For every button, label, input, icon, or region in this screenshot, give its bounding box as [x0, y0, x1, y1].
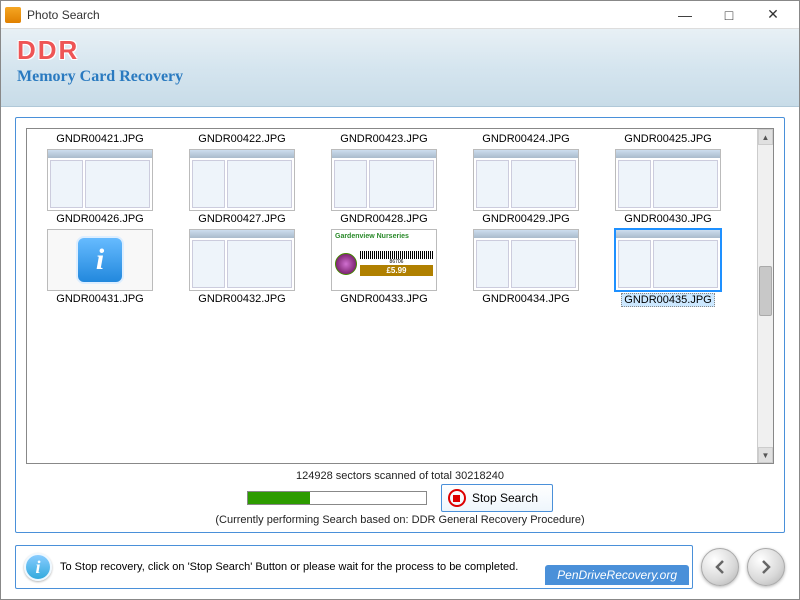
file-item[interactable]: GNDR00434.JPG [459, 229, 593, 307]
file-item[interactable]: GNDR00427.JPG [175, 149, 309, 225]
file-name: GNDR00422.JPG [198, 133, 285, 145]
file-name: GNDR00429.JPG [482, 213, 569, 225]
thumbnail-app-screenshot [474, 230, 578, 290]
progress-status: 124928 sectors scanned of total 30218240 [296, 470, 504, 482]
titlebar: Photo Search ― □ ✕ [1, 1, 799, 29]
file-name: GNDR00423.JPG [340, 133, 427, 145]
file-name: GNDR00421.JPG [56, 133, 143, 145]
file-item[interactable]: GNDR00422.JPG [175, 133, 309, 145]
scroll-thumb[interactable] [759, 266, 772, 316]
thumbnail-grid[interactable]: GNDR00421.JPG GNDR00422.JPG GNDR00423.JPG G… [27, 129, 757, 463]
thumbnail [473, 149, 579, 211]
banner-subtitle: Memory Card Recovery [17, 68, 783, 86]
back-button[interactable] [701, 548, 739, 586]
thumbnail-grid-wrap: GNDR00421.JPG GNDR00422.JPG GNDR00423.JPG G… [26, 128, 774, 464]
thumbnail-app-screenshot [616, 150, 720, 210]
thumbnail [615, 229, 721, 291]
footer-message: To Stop recovery, click on 'Stop Search'… [60, 561, 518, 573]
file-name: GNDR00433.JPG [340, 293, 427, 305]
scroll-up-arrow[interactable]: ▲ [758, 129, 773, 145]
file-item[interactable]: GNDR00421.JPG [33, 133, 167, 145]
logo-text: DDR [17, 35, 783, 66]
thumbnail-info-icon: i [76, 236, 124, 284]
file-name: GNDR00425.JPG [624, 133, 711, 145]
close-button[interactable]: ✕ [751, 1, 795, 29]
maximize-button[interactable]: □ [707, 1, 751, 29]
file-name: GNDR00424.JPG [482, 133, 569, 145]
progress-area: 124928 sectors scanned of total 30218240… [26, 470, 774, 526]
progress-bar [247, 491, 427, 505]
thumbnail: Gardenview Nurseries86706£5.99 [331, 229, 437, 291]
file-item[interactable]: GNDR00430.JPG [601, 149, 735, 225]
file-item[interactable]: GNDR00425.JPG [601, 133, 735, 145]
scroll-track[interactable] [758, 145, 773, 447]
thumbnail-app-screenshot [190, 150, 294, 210]
stop-search-label: Stop Search [472, 491, 538, 505]
info-icon: i [24, 553, 52, 581]
window-title: Photo Search [27, 8, 663, 22]
progress-fill [248, 492, 310, 504]
file-name: GNDR00432.JPG [198, 293, 285, 305]
stop-search-button[interactable]: Stop Search [441, 484, 553, 512]
file-name: GNDR00428.JPG [340, 213, 427, 225]
thumbnail-app-screenshot [474, 150, 578, 210]
file-name: GNDR00434.JPG [482, 293, 569, 305]
file-item[interactable]: GNDR00423.JPG [317, 133, 451, 145]
app-icon [5, 7, 21, 23]
file-name: GNDR00430.JPG [624, 213, 711, 225]
thumbnail [189, 149, 295, 211]
file-item[interactable]: i GNDR00431.JPG [33, 229, 167, 307]
thumbnail-card: Gardenview Nurseries86706£5.99 [332, 230, 436, 290]
thumbnail-app-screenshot [48, 150, 152, 210]
thumbnail [331, 149, 437, 211]
app-window: Photo Search ― □ ✕ DDR Memory Card Recov… [0, 0, 800, 600]
file-item[interactable]: GNDR00435.JPG [601, 229, 735, 307]
file-item[interactable]: GNDR00432.JPG [175, 229, 309, 307]
file-item[interactable]: GNDR00429.JPG [459, 149, 593, 225]
thumbnail [47, 149, 153, 211]
progress-hint: (Currently performing Search based on: D… [215, 514, 584, 526]
results-panel: GNDR00421.JPG GNDR00422.JPG GNDR00423.JPG G… [15, 117, 785, 533]
file-item[interactable]: Gardenview Nurseries86706£5.99 GNDR00433.… [317, 229, 451, 307]
thumbnail-app-screenshot [616, 230, 720, 290]
content-area: GNDR00421.JPG GNDR00422.JPG GNDR00423.JPG G… [1, 107, 799, 539]
thumbnail [615, 149, 721, 211]
file-item[interactable]: GNDR00424.JPG [459, 133, 593, 145]
thumbnail [189, 229, 295, 291]
file-name: GNDR00426.JPG [56, 213, 143, 225]
scroll-down-arrow[interactable]: ▼ [758, 447, 773, 463]
next-button[interactable] [747, 548, 785, 586]
vertical-scrollbar[interactable]: ▲ ▼ [757, 129, 773, 463]
file-name: GNDR00427.JPG [198, 213, 285, 225]
watermark: PenDriveRecovery.org [545, 565, 689, 585]
thumbnail: i [47, 229, 153, 291]
file-name: GNDR00431.JPG [56, 293, 143, 305]
stop-icon [448, 489, 466, 507]
file-name: GNDR00435.JPG [621, 293, 714, 307]
minimize-button[interactable]: ― [663, 1, 707, 29]
thumbnail-app-screenshot [190, 230, 294, 290]
file-item[interactable]: GNDR00426.JPG [33, 149, 167, 225]
thumbnail-app-screenshot [332, 150, 436, 210]
file-item[interactable]: GNDR00428.JPG [317, 149, 451, 225]
footer: i To Stop recovery, click on 'Stop Searc… [1, 539, 799, 599]
thumbnail [473, 229, 579, 291]
banner: DDR Memory Card Recovery [1, 29, 799, 107]
